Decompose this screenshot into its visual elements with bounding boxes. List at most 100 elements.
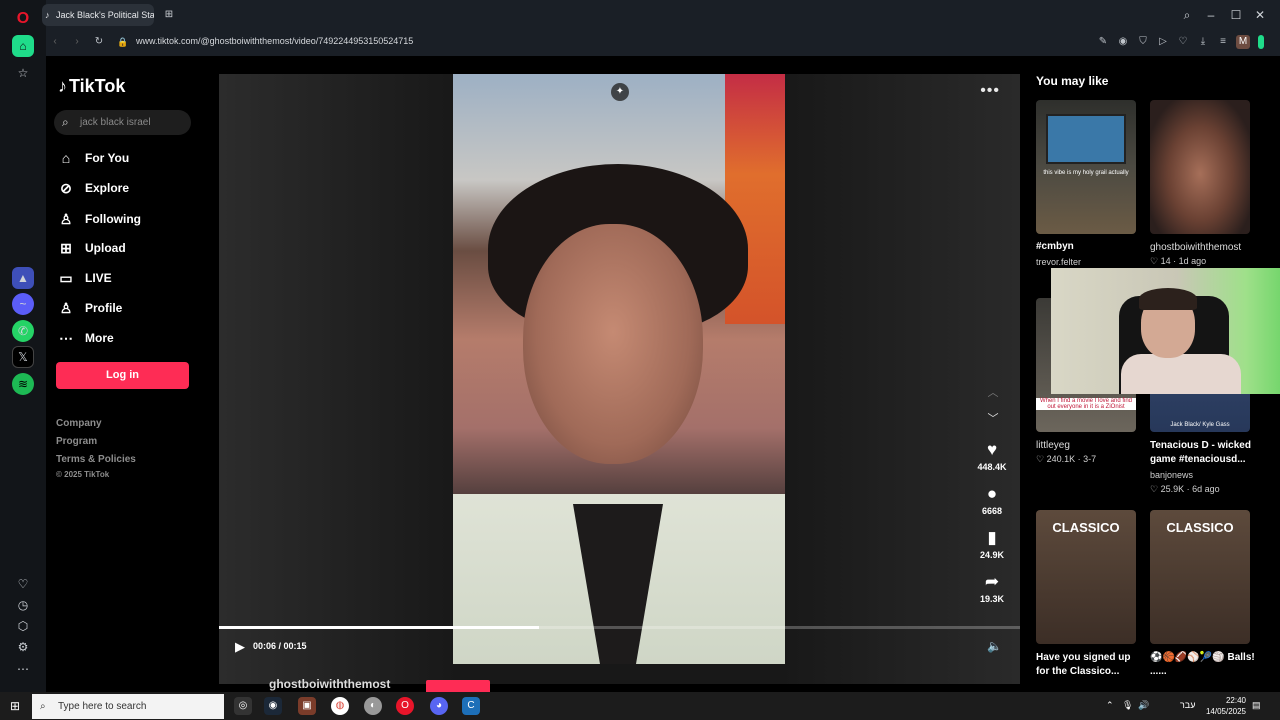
star-icon[interactable]: ☆	[12, 62, 34, 84]
nav-label: Profile	[85, 301, 123, 315]
webcam-overlay	[1051, 268, 1280, 394]
nav-label: Following	[85, 212, 141, 226]
save-action[interactable]: ▮ 24.9K	[972, 528, 1012, 560]
reload-icon[interactable]: ↻	[92, 35, 106, 49]
nav-more[interactable]: ⋯ More	[58, 328, 114, 348]
video-card-thumb[interactable]: this vibe is my holy grail actually	[1036, 100, 1136, 234]
chevron-down-icon[interactable]: ﹀	[986, 410, 1000, 425]
chrome-icon[interactable]: ◍	[331, 697, 349, 715]
whatsapp-icon[interactable]: ✆	[12, 320, 34, 342]
tray-up-icon[interactable]: ⌃	[1106, 700, 1114, 711]
nav-upload[interactable]: ⊞ Upload	[58, 238, 126, 258]
play-icon[interactable]: ▶	[235, 639, 245, 655]
forward-icon[interactable]: ›	[70, 35, 84, 49]
url-field[interactable]: www.tiktok.com/@ghostboiwiththemost/vide…	[136, 36, 413, 46]
download-icon[interactable]: ⤓	[1196, 35, 1210, 49]
tab-strip: ♪ Jack Black's Political Stanc ⊞ ⌕ – ☐ ✕	[42, 0, 1280, 30]
footer-terms[interactable]: Terms & Policies	[56, 454, 136, 465]
steam-icon[interactable]: ◉	[264, 697, 282, 715]
video-card-thumb[interactable]: CLASSICO	[1036, 510, 1136, 644]
webcam-body	[1121, 354, 1241, 394]
card-author[interactable]: littleyeg	[1036, 440, 1070, 451]
like-action[interactable]: ♥ 448.4K	[972, 440, 1012, 472]
app-icon[interactable]: ▣	[298, 697, 316, 715]
speaker-icon[interactable]: 🔊	[1138, 700, 1149, 711]
footer-company[interactable]: Company	[56, 418, 102, 429]
taskbar-clock[interactable]: 22:40 14/05/2025	[1206, 695, 1246, 717]
heart-icon[interactable]: ♡	[12, 573, 34, 595]
search-tabs-icon[interactable]: ⌕	[1178, 6, 1196, 24]
nav-explore[interactable]: ⊘ Explore	[58, 178, 129, 198]
minimize-icon[interactable]: –	[1202, 6, 1220, 24]
search-input[interactable]: ⌕ jack black israel	[54, 110, 191, 135]
new-tab-icon[interactable]: ⊞	[160, 6, 178, 24]
tiktok-logo[interactable]: ♪ TikTok	[58, 76, 125, 97]
opera-logo-icon[interactable]: O	[12, 8, 34, 30]
progress-bar[interactable]	[219, 626, 1020, 629]
more-options-icon[interactable]: •••	[980, 82, 1000, 100]
notifications-icon[interactable]: ▤	[1252, 700, 1261, 711]
taskbar-search-placeholder: Type here to search	[58, 701, 147, 712]
discord-icon[interactable]: ◕	[430, 697, 448, 715]
follow-button[interactable]	[426, 680, 490, 692]
chevron-up-icon[interactable]: ︿	[986, 384, 1000, 399]
close-icon[interactable]: ✕	[1251, 6, 1269, 24]
nav-label: For You	[85, 151, 130, 165]
cube-icon[interactable]: ⬡	[12, 615, 34, 637]
comment-action[interactable]: ● 6668	[972, 484, 1012, 516]
mic-icon[interactable]: 🎙	[1122, 700, 1133, 711]
taskbar-search[interactable]: ⌕ Type here to search	[32, 694, 224, 719]
home-icon[interactable]: ⌂	[12, 35, 34, 57]
play-icon[interactable]: ▷	[1156, 35, 1170, 49]
back-icon[interactable]: ‹	[48, 35, 62, 49]
edit-icon[interactable]: ✎	[1096, 35, 1110, 49]
video-card-thumb[interactable]: CLASSICO	[1150, 510, 1250, 644]
nav-for-you[interactable]: ⌂ For You	[58, 148, 129, 168]
video-author[interactable]: ghostboiwiththemost	[269, 677, 390, 691]
heart-icon[interactable]: ♡	[1176, 35, 1190, 49]
windows-start-icon[interactable]: ⊞	[6, 697, 24, 715]
more-icon[interactable]: ⋯	[12, 658, 34, 680]
history-icon[interactable]: ◷	[12, 594, 34, 616]
nav-live[interactable]: ▭ LIVE	[58, 268, 111, 288]
browser-tab[interactable]: ♪ Jack Black's Political Stanc	[42, 4, 154, 26]
video-card-thumb[interactable]	[1150, 100, 1250, 234]
footer-program[interactable]: Program	[56, 436, 97, 447]
app-icon[interactable]: ◐	[364, 697, 382, 715]
upload-icon: ⊞	[60, 239, 72, 256]
card-author[interactable]: banjonews	[1150, 470, 1193, 480]
card-stats: ♡ 240.1K · 3-7	[1036, 454, 1097, 464]
messenger-icon[interactable]: ~	[12, 293, 34, 315]
settings-icon[interactable]: ⚙	[12, 636, 34, 658]
obs-icon[interactable]: ◎	[234, 697, 252, 715]
card-author[interactable]: trevor.felter	[1036, 257, 1081, 267]
sidebar-toggle[interactable]	[1258, 35, 1264, 49]
menu-icon[interactable]: ≡	[1216, 35, 1230, 49]
profile-avatar[interactable]: M	[1236, 35, 1250, 49]
card-title[interactable]: Have you signed up for the Classico...	[1036, 651, 1146, 679]
video-player[interactable]: ✦ ••• ︿ ﹀ ♥ 448.4K ● 6668 ▮ 24.9K ➦ 19.3…	[219, 74, 1020, 684]
card-author[interactable]: ghostboiwiththemost	[1150, 242, 1241, 253]
share-icon: ➦	[984, 572, 1000, 591]
nav-profile[interactable]: ♙ Profile	[58, 298, 123, 318]
sparkle-icon[interactable]: ✦	[611, 83, 629, 101]
x-twitter-icon[interactable]: 𝕏	[12, 346, 34, 368]
video-frame[interactable]: ✦	[453, 74, 785, 664]
video-time: 00:06 / 00:15	[253, 641, 307, 651]
card-title[interactable]: #cmbyn	[1036, 240, 1146, 254]
search-icon: ⌕	[62, 115, 69, 129]
login-button[interactable]: Log in	[56, 362, 189, 389]
nav-following[interactable]: ♙ Following	[58, 209, 141, 229]
aria-icon[interactable]: ▲	[12, 267, 34, 289]
camera-icon[interactable]: ◉	[1116, 35, 1130, 49]
app-icon[interactable]: C	[462, 697, 480, 715]
card-title[interactable]: Tenacious D - wicked game #tenaciousd...	[1150, 439, 1260, 467]
card-title[interactable]: ⚽🏀🏈⚾🎾🏐 Balls! ......	[1150, 651, 1260, 679]
share-action[interactable]: ➦ 19.3K	[972, 572, 1012, 604]
volume-icon[interactable]: 🔈	[987, 639, 1002, 653]
maximize-icon[interactable]: ☐	[1227, 6, 1245, 24]
shield-icon[interactable]: ⛉	[1136, 35, 1150, 49]
language-indicator[interactable]: עבר	[1180, 700, 1195, 710]
opera-icon[interactable]: O	[396, 697, 414, 715]
spotify-icon[interactable]: ≋	[12, 373, 34, 395]
